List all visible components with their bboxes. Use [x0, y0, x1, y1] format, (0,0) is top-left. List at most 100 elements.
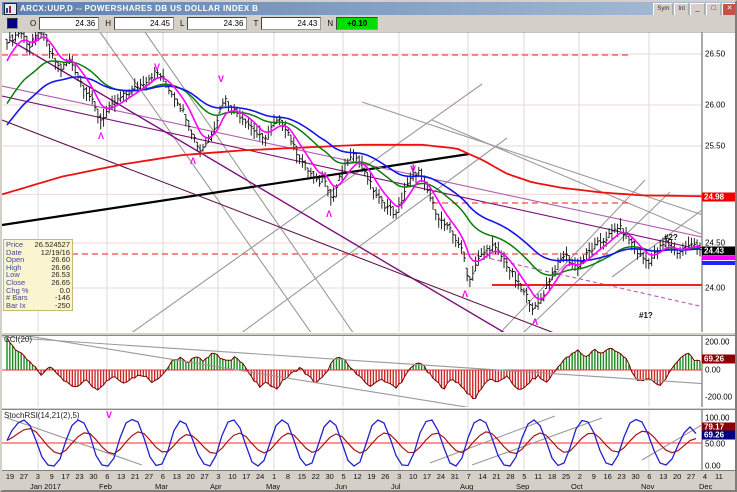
date-tick: 3: [397, 472, 401, 481]
price-value-tag: 24.43: [702, 247, 737, 256]
date-tick: 20: [187, 472, 195, 481]
date-tick: 16: [604, 472, 612, 481]
cci-axis-label: -200.00: [705, 393, 732, 402]
stoch-axis-label: 50.00: [705, 440, 725, 449]
price-axis-label: 26.50: [705, 50, 725, 59]
pivot-low-marker: Λ: [190, 156, 196, 166]
date-tick: 13: [173, 472, 181, 481]
date-tick: 13: [659, 472, 667, 481]
pivot-high-marker: V: [410, 164, 416, 174]
date-tick: 4: [703, 472, 707, 481]
net-change-value: +0.10: [336, 17, 378, 30]
price-value-tag: 24.98: [702, 193, 737, 202]
date-tick: 28: [506, 472, 514, 481]
ma-value-band: [702, 261, 737, 265]
cci-axis-label: 0.00: [705, 366, 721, 375]
chart-plot-area[interactable]: VVVVΛΛΛΛΛVΛ: [2, 32, 737, 492]
pivot-high-marker: V: [218, 74, 224, 84]
quote-bar: O24.36H24.45L24.36T24.43N+0.10: [2, 15, 737, 33]
app-icon: [4, 3, 17, 15]
quote-field-label: O: [30, 19, 36, 28]
date-tick: 5: [342, 472, 346, 481]
panel-splitter-1[interactable]: [2, 332, 737, 336]
date-tick: 24: [256, 472, 264, 481]
quote-field-value: 24.36: [39, 17, 99, 30]
date-tick: 25: [562, 472, 570, 481]
wave-count-annotation: #2?: [664, 233, 678, 242]
pivot-low-marker: Λ: [98, 131, 104, 141]
month-label: May: [266, 482, 280, 491]
date-tick: 6: [647, 472, 651, 481]
date-tick: 30: [631, 472, 639, 481]
month-label: Jan 2017: [30, 482, 61, 491]
cci-axis-label: 200.00: [705, 338, 729, 347]
date-tick: 27: [200, 472, 208, 481]
quote-field-value: 24.45: [114, 17, 174, 30]
cci-panel-label: CCI(20): [4, 335, 32, 344]
date-tick: 23: [75, 472, 83, 481]
stochrsi-panel-label: StochRSI(14,21(2),5): [4, 411, 80, 420]
stoch-axis-label: 0.00: [705, 462, 721, 471]
date-tick: 9: [50, 472, 54, 481]
date-tick: 21: [131, 472, 139, 481]
date-axis[interactable]: 1927391723306132127613202731017241815223…: [2, 470, 737, 492]
quote-field-label: N: [327, 19, 333, 28]
window-title: ARCX:UUP,D -- POWERSHARES DB US DOLLAR I…: [20, 4, 258, 13]
month-label: Nov: [641, 482, 654, 491]
chart-canvas[interactable]: VVVVΛΛΛΛΛVΛ: [2, 32, 737, 492]
ma-value-band: [702, 256, 737, 260]
date-tick: 11: [534, 472, 542, 481]
date-tick: 27: [687, 472, 695, 481]
pivot-low-marker: Λ: [462, 289, 468, 299]
date-tick: 2: [578, 472, 582, 481]
date-tick: 31: [451, 472, 459, 481]
pivot-low-marker: Λ: [532, 317, 538, 327]
date-tick: 26: [381, 472, 389, 481]
quote-field-value: 24.36: [187, 17, 247, 30]
month-label: Feb: [99, 482, 112, 491]
pivot-high-marker: V: [154, 62, 160, 72]
date-tick: 19: [367, 472, 375, 481]
date-tick: 17: [423, 472, 431, 481]
month-label: Aug: [460, 482, 473, 491]
title-bar[interactable]: ARCX:UUP,D -- POWERSHARES DB US DOLLAR I…: [2, 2, 737, 15]
date-tick: 19: [6, 472, 14, 481]
date-tick: 12: [353, 472, 361, 481]
panel-splitter-2[interactable]: [2, 407, 737, 410]
date-tick: 3: [36, 472, 40, 481]
date-tick: 30: [89, 472, 97, 481]
date-tick: 10: [409, 472, 417, 481]
date-tick: 17: [61, 472, 69, 481]
month-label: Sep: [516, 482, 529, 491]
quote-field-value: 24.43: [261, 17, 321, 30]
pivot-low-marker: Λ: [326, 209, 332, 219]
month-label: Jun: [335, 482, 347, 491]
month-label: Apr: [210, 482, 222, 491]
date-tick: 10: [228, 472, 236, 481]
quote-field-label: L: [180, 19, 184, 28]
month-label: Oct: [571, 482, 583, 491]
month-label: Mar: [155, 482, 168, 491]
date-tick: 24: [437, 472, 445, 481]
tooltip-row: Bar Ix-250: [6, 302, 70, 310]
date-tick: 13: [117, 472, 125, 481]
month-label: Jul: [391, 482, 401, 491]
date-tick: 5: [522, 472, 526, 481]
date-tick: 27: [20, 472, 28, 481]
date-tick: 21: [492, 472, 500, 481]
date-tick: 22: [312, 472, 320, 481]
date-tick: 11: [715, 472, 723, 481]
date-tick: 30: [326, 472, 334, 481]
date-tick: 3: [216, 472, 220, 481]
pivot-high-marker: V: [32, 35, 38, 45]
price-axis-label: 26.00: [705, 101, 725, 110]
date-tick: 15: [298, 472, 306, 481]
symbol-color-swatch[interactable]: [7, 18, 18, 29]
price-axis-label: 24.00: [705, 284, 725, 293]
wave-count-annotation: #1?: [639, 311, 653, 320]
date-tick: 20: [673, 472, 681, 481]
date-tick: 8: [286, 472, 290, 481]
date-tick: 9: [592, 472, 596, 481]
pivot-high-marker: V: [106, 410, 112, 420]
bar-data-tooltip: Price26.524527Date12/19/16Open26.60High2…: [3, 239, 73, 311]
